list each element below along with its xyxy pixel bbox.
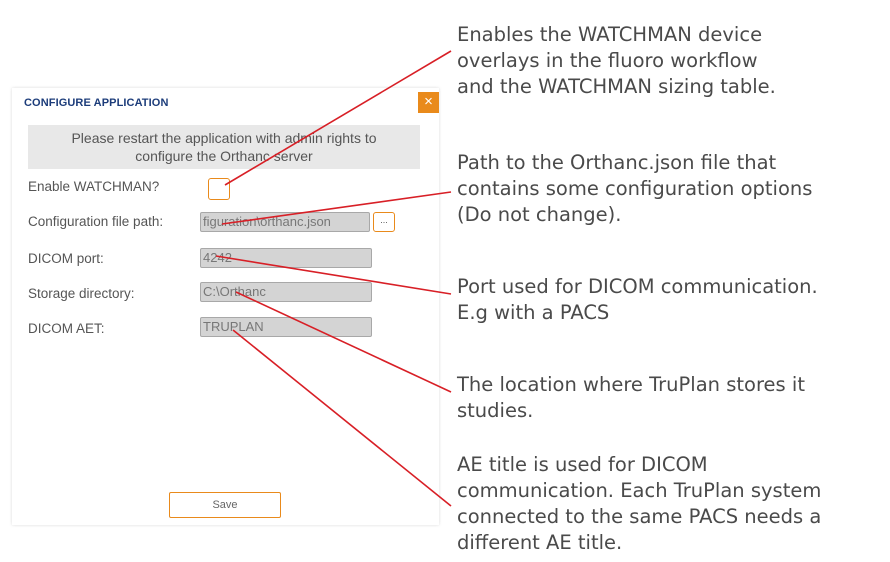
annotation-line: Port used for DICOM communication.: [457, 275, 818, 298]
annotation-line: (Do not change).: [457, 203, 622, 226]
annotation-port: Port used for DICOM communication. E.g w…: [457, 274, 818, 326]
annotation-line: connected to the same PACS needs a: [457, 505, 822, 528]
annotation-line: AE title is used for DICOM: [457, 453, 708, 476]
annotation-line: contains some configuration options: [457, 177, 813, 200]
callout-line-storage: [235, 291, 452, 393]
annotation-line: Path to the Orthanc.json file that: [457, 151, 777, 174]
callout-line-aet: [232, 329, 452, 507]
annotation-line: different AE title.: [457, 531, 623, 554]
annotation-config: Path to the Orthanc.json file that conta…: [457, 150, 812, 228]
annotation-line: communication. Each TruPlan system: [457, 479, 822, 502]
annotation-line: studies.: [457, 399, 534, 422]
annotation-watchman: Enables the WATCHMAN device overlays in …: [457, 22, 776, 100]
callout-line-port: [215, 255, 452, 295]
annotation-line: and the WATCHMAN sizing table.: [457, 75, 776, 98]
annotation-line: The location where TruPlan stores it: [457, 373, 805, 396]
annotation-line: Enables the WATCHMAN device: [457, 23, 763, 46]
annotation-line: E.g with a PACS: [457, 301, 610, 324]
annotation-storage: The location where TruPlan stores it stu…: [457, 372, 805, 424]
callout-line-watchman: [224, 50, 452, 186]
annotation-aet: AE title is used for DICOM communication…: [457, 452, 821, 556]
callout-line-config: [221, 191, 452, 225]
annotation-line: overlays in the fluoro workflow: [457, 49, 758, 72]
